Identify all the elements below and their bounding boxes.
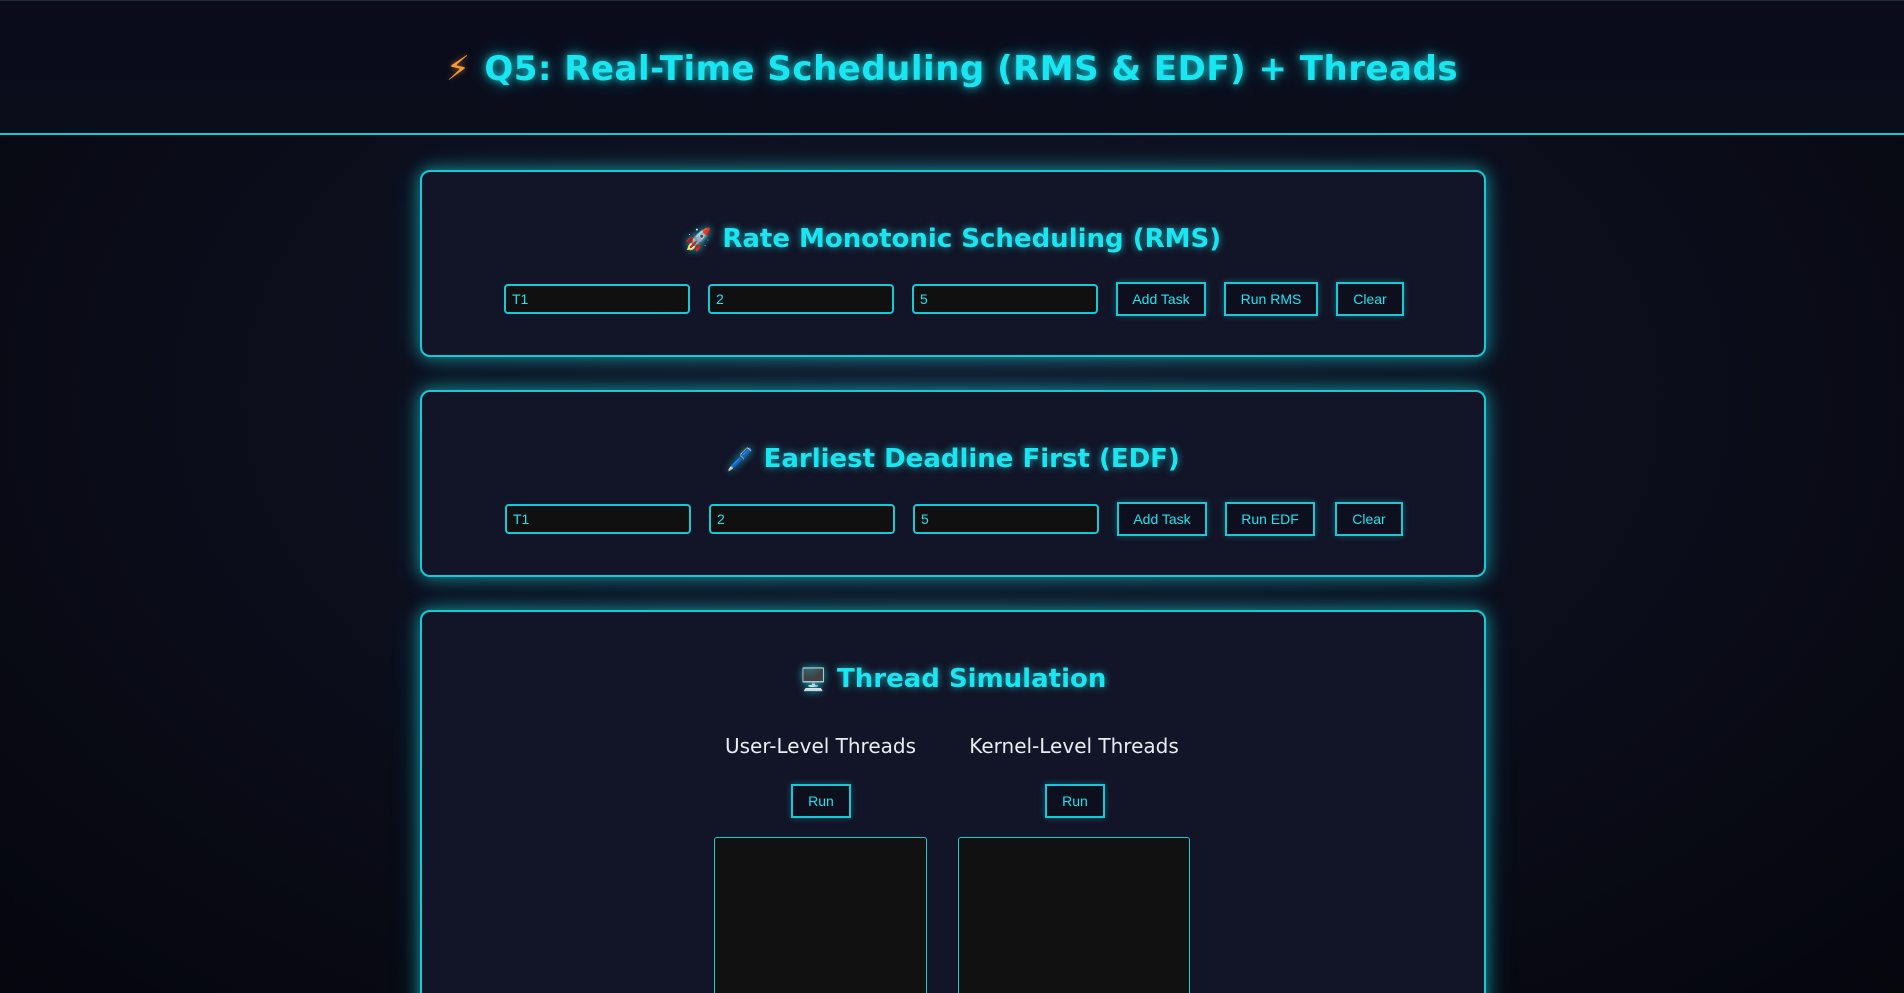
kernel-threads-output — [958, 837, 1190, 993]
computer-icon: 🖥️ — [799, 668, 828, 693]
edf-add-task-button[interactable]: Add Task — [1117, 502, 1207, 536]
rms-period-input[interactable] — [912, 284, 1098, 314]
rms-task-name-input[interactable] — [504, 284, 690, 314]
user-threads-heading: User-Level Threads — [724, 734, 917, 758]
edf-task-name-input[interactable] — [505, 504, 691, 534]
user-threads-output — [714, 837, 927, 993]
rms-clear-button[interactable]: Clear — [1336, 282, 1404, 316]
rms-panel: 🚀 Rate Monotonic Scheduling (RMS) Add Tas… — [420, 170, 1486, 357]
rocket-icon: 🚀 — [684, 228, 713, 253]
rms-add-task-button[interactable]: Add Task — [1116, 282, 1206, 316]
thread-simulation-panel: 🖥️ Thread Simulation User-Level Threads R… — [420, 610, 1486, 993]
page-header: ⚡ Q5: Real-Time Scheduling (RMS & EDF) + … — [0, 0, 1904, 135]
kernel-threads-run-button[interactable]: Run — [1045, 784, 1105, 818]
edf-clear-button[interactable]: Clear — [1335, 502, 1403, 536]
rms-run-button[interactable]: Run RMS — [1224, 282, 1318, 316]
rms-title: 🚀 Rate Monotonic Scheduling (RMS) — [422, 224, 1484, 254]
edf-title: 🖊️ Earliest Deadline First (EDF) — [422, 444, 1484, 474]
threads-title: 🖥️ Thread Simulation — [422, 664, 1484, 694]
threads-title-text: Thread Simulation — [837, 664, 1107, 694]
rms-exec-time-input[interactable] — [708, 284, 894, 314]
edf-exec-time-input[interactable] — [709, 504, 895, 534]
lightning-icon: ⚡ — [445, 49, 471, 89]
edf-deadline-input[interactable] — [913, 504, 1099, 534]
pen-icon: 🖊️ — [726, 448, 754, 473]
page-title-text: Q5: Real-Time Scheduling (RMS & EDF) + T… — [484, 49, 1459, 89]
edf-title-text: Earliest Deadline First (EDF) — [763, 444, 1180, 474]
edf-run-button[interactable]: Run EDF — [1225, 502, 1315, 536]
user-threads-run-button[interactable]: Run — [791, 784, 851, 818]
kernel-threads-heading: Kernel-Level Threads — [969, 734, 1179, 758]
rms-title-text: Rate Monotonic Scheduling (RMS) — [722, 224, 1222, 254]
page-title: ⚡ Q5: Real-Time Scheduling (RMS & EDF) + … — [0, 49, 1904, 89]
edf-panel: 🖊️ Earliest Deadline First (EDF) Add Task… — [420, 390, 1486, 577]
